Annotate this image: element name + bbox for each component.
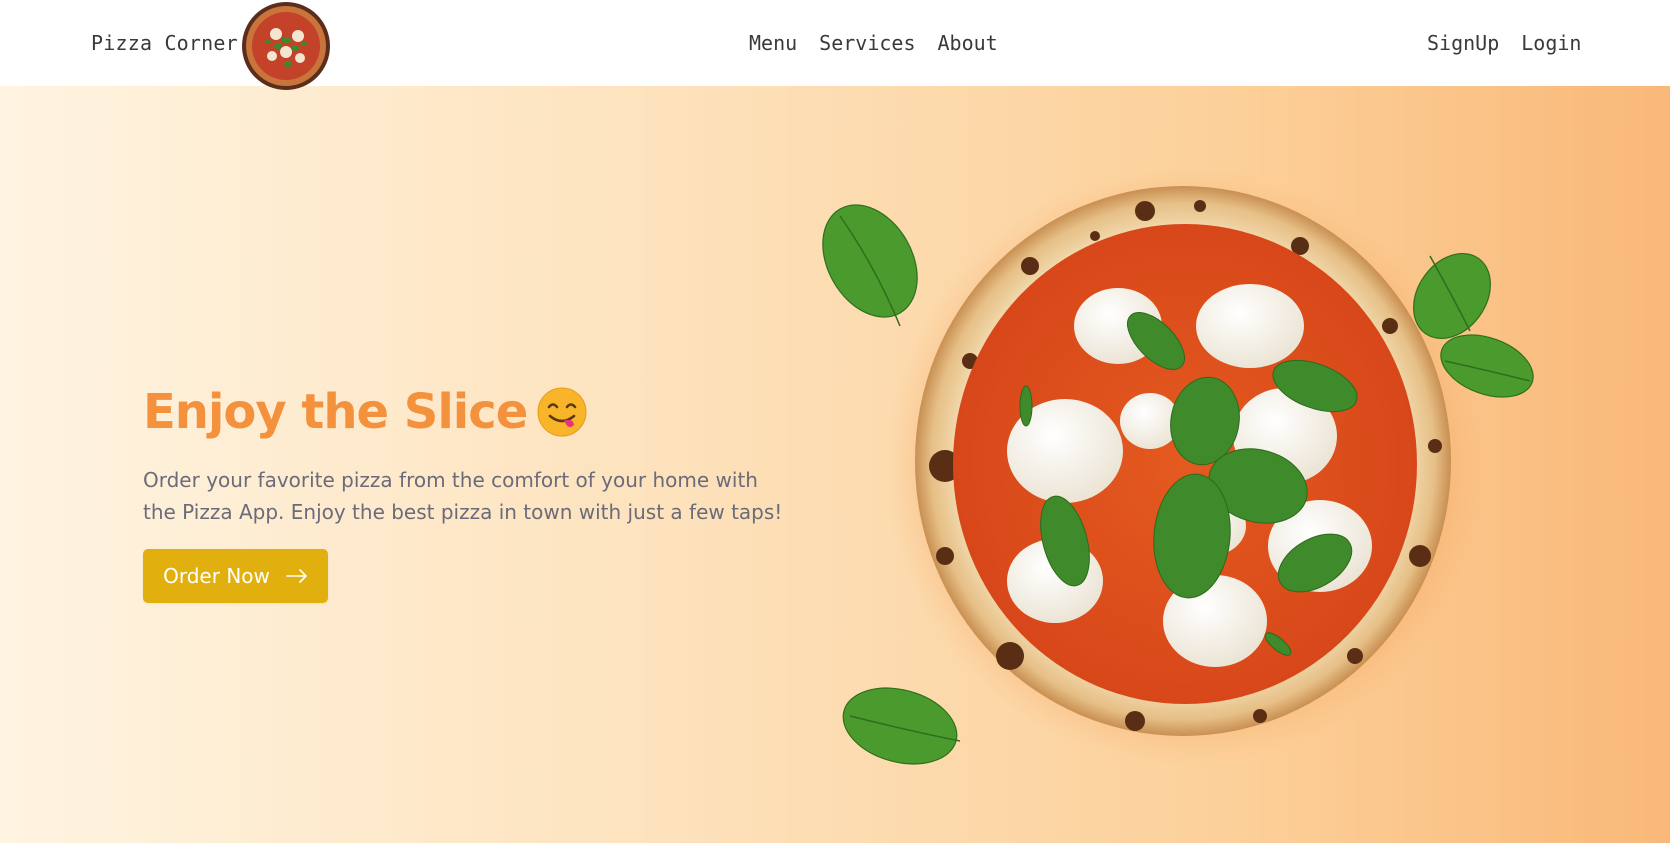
nav-about-link[interactable]: About xyxy=(938,31,998,55)
auth-nav: SignUp Login xyxy=(1427,31,1581,55)
hero-section: Enjoy the Slice Order your favorite pizz… xyxy=(0,86,1670,843)
navbar: Pizza Corner Menu Services About SignUp … xyxy=(0,0,1670,90)
nav-menu-link[interactable]: Menu xyxy=(749,31,797,55)
margherita-pizza-image xyxy=(780,116,1600,816)
arrow-right-icon xyxy=(286,564,308,588)
signup-link[interactable]: SignUp xyxy=(1427,31,1499,55)
order-now-button[interactable]: Order Now xyxy=(143,549,328,603)
brand-name[interactable]: Pizza Corner xyxy=(91,31,238,55)
hero-description: Order your favorite pizza from the comfo… xyxy=(143,468,783,524)
yummy-face-icon xyxy=(537,387,587,437)
pizza-logo-icon[interactable] xyxy=(240,0,332,92)
hero-headline-text: Enjoy the Slice xyxy=(143,384,528,440)
order-now-label: Order Now xyxy=(163,564,270,588)
nav-services-link[interactable]: Services xyxy=(819,31,915,55)
login-link[interactable]: Login xyxy=(1521,31,1581,55)
hero-headline: Enjoy the Slice xyxy=(143,384,587,440)
primary-nav: Menu Services About xyxy=(749,31,998,55)
